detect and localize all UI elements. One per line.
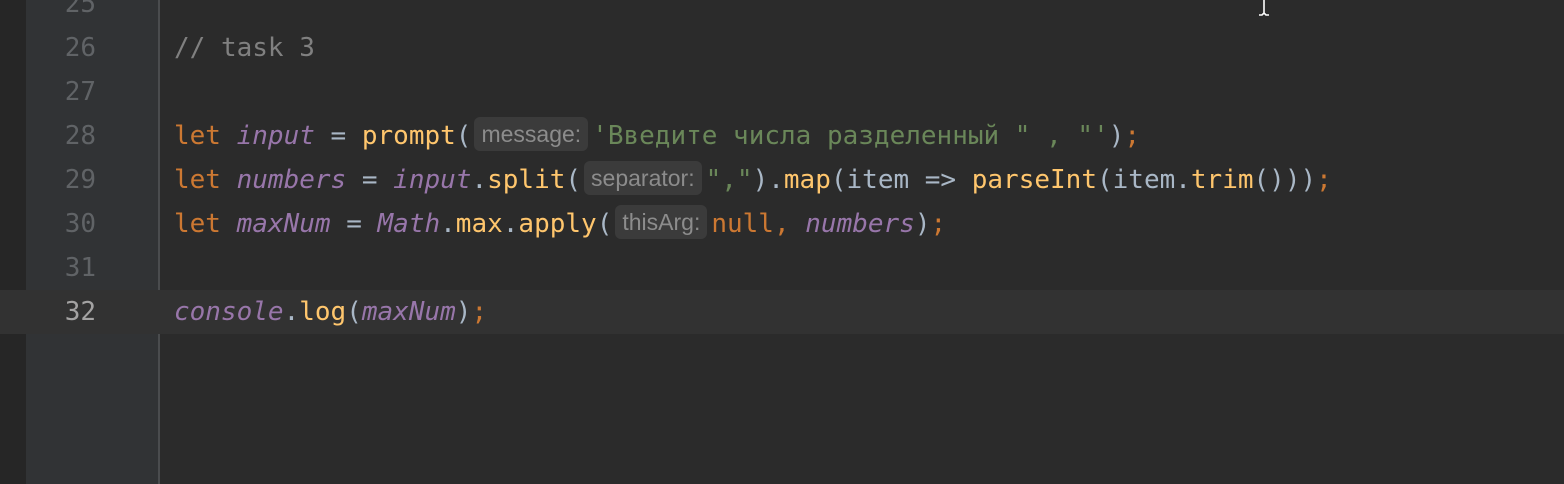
line-number: 31 <box>64 253 96 283</box>
line-number: 25 <box>64 0 96 19</box>
parameter-hint: thisArg: <box>615 205 708 239</box>
code-token: trim <box>1190 165 1254 195</box>
code-line[interactable]: 26 // task 3 <box>0 26 1564 70</box>
code-token: ; <box>930 209 947 239</box>
line-number: 29 <box>64 165 96 195</box>
code-token: split <box>487 165 566 195</box>
code-token: 'Введите числа разделенный " , "' <box>592 121 1109 151</box>
code-token: ; <box>1316 165 1332 195</box>
code-line[interactable]: 25 <box>0 0 1564 26</box>
code-token: numbers <box>805 209 915 239</box>
parameter-hint: separator: <box>584 161 702 195</box>
line-code[interactable]: let maxNum = Math.max.apply(thisArg: null… <box>174 202 946 246</box>
code-token: . <box>283 297 300 327</box>
code-token: log <box>299 297 347 327</box>
code-token: numbers <box>236 165 347 195</box>
code-token: = <box>346 165 394 195</box>
code-token: ; <box>471 297 488 327</box>
code-token: ; <box>1124 121 1141 151</box>
code-token: let <box>174 121 237 151</box>
code-token: . <box>502 209 519 239</box>
parameter-hint: message: <box>474 117 589 151</box>
code-line[interactable]: 32 console.log(maxNum); <box>0 290 1564 334</box>
code-token: map <box>783 165 831 195</box>
code-token: console <box>174 297 284 327</box>
code-token: ) <box>914 209 931 239</box>
code-line[interactable]: 29 let numbers = input.split(separator: ",… <box>0 158 1564 202</box>
code-token: = <box>314 121 362 151</box>
code-token: , <box>773 209 806 239</box>
code-token: let <box>174 165 237 195</box>
code-editor[interactable]: 25 26// task 3 27 28 let input = prompt(mess… <box>0 0 1564 484</box>
code-line[interactable]: 28 let input = prompt(message: 'Введите чи… <box>0 114 1564 158</box>
code-token: ). <box>752 165 784 195</box>
code-token: (item => <box>830 165 972 195</box>
code-line[interactable]: 27 <box>0 70 1564 114</box>
line-code[interactable]: console.log(maxNum); <box>174 290 487 334</box>
line-number: 26 <box>64 33 96 63</box>
line-code[interactable]: let input = prompt(message: 'Введите числ… <box>174 114 1140 158</box>
code-token: ( <box>596 209 613 239</box>
line-code[interactable]: // task 3 <box>174 26 315 70</box>
line-number: 27 <box>64 77 96 107</box>
line-number: 30 <box>64 209 96 239</box>
code-token: ( <box>346 297 362 327</box>
code-token: = <box>330 209 378 239</box>
code-token: null <box>711 209 774 239</box>
code-token: Math <box>377 209 441 239</box>
code-token: input <box>236 121 315 151</box>
code-token: ( <box>565 165 582 195</box>
code-token: "," <box>705 165 753 195</box>
code-token: ())) <box>1253 165 1317 195</box>
code-token: ( <box>455 121 472 151</box>
code-token: maxNum <box>361 297 456 327</box>
code-token: ) <box>455 297 472 327</box>
code-token: prompt <box>361 121 456 151</box>
line-number: 28 <box>64 121 96 151</box>
code-token: ) <box>1108 121 1125 151</box>
code-line[interactable]: 30 let maxNum = Math.max.apply(thisArg: nu… <box>0 202 1564 246</box>
code-token: // task 3 <box>174 33 315 63</box>
code-line[interactable]: 31 <box>0 246 1564 290</box>
code-token: let <box>174 209 237 239</box>
code-lines[interactable]: 25 26// task 3 27 28 let input = prompt(mess… <box>0 0 1564 334</box>
code-token: apply <box>518 209 597 239</box>
code-token: . <box>471 165 488 195</box>
code-token: . <box>440 209 456 239</box>
text-cursor-icon <box>1259 0 1269 16</box>
code-token: maxNum <box>236 209 331 239</box>
code-token: input <box>393 165 472 195</box>
line-code[interactable]: let numbers = input.split(separator: ",")… <box>174 158 1332 202</box>
code-token: (item. <box>1096 165 1191 195</box>
line-number: 32 <box>64 297 96 327</box>
code-token: parseInt <box>971 165 1097 195</box>
code-token: max <box>455 209 503 239</box>
